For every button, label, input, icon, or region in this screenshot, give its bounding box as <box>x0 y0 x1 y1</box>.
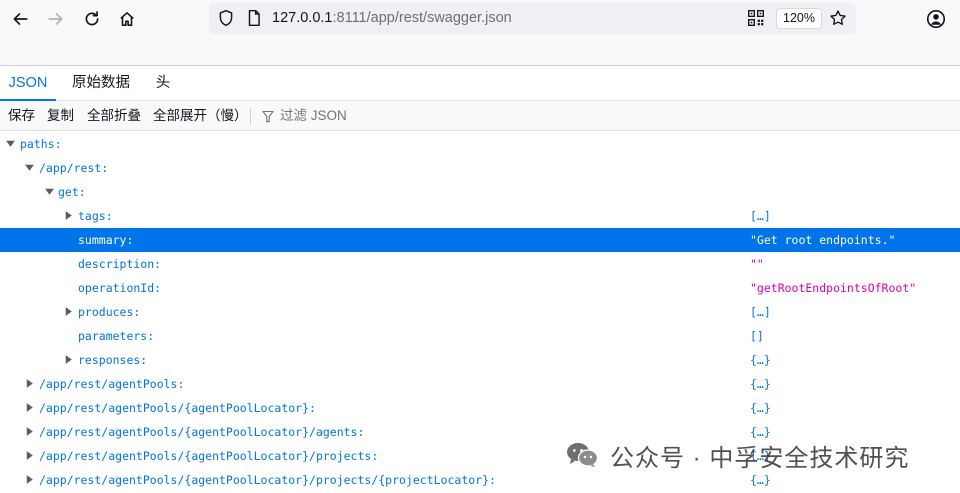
tree-key: paths: <box>20 137 62 151</box>
tree-row[interactable]: operationId: "getRootEndpointsOfRoot" <box>0 276 960 300</box>
forward-button[interactable] <box>41 4 71 34</box>
copy-button[interactable]: 复制 <box>47 101 74 131</box>
tree-key: /app/rest/agentPools/{agentPoolLocator}: <box>39 401 316 415</box>
tree-row[interactable]: /app/rest: <box>0 156 960 180</box>
watermark-text: 公众号 · 中孚安全技术研究 <box>610 444 910 472</box>
tree-row[interactable]: responses: {…} <box>0 348 960 372</box>
tree-key: produces: <box>78 305 141 319</box>
star-icon[interactable] <box>829 9 847 27</box>
url-host: 127.0.0.1 <box>272 10 333 26</box>
address-bar[interactable]: 127.0.0.1:8111/app/rest/swagger.json 120… <box>209 3 856 34</box>
tree-value: {…} <box>750 353 771 367</box>
tab-raw-data[interactable]: 原始数据 <box>60 67 142 101</box>
tree-key: /app/rest/agentPools: <box>39 377 185 391</box>
chevron-down-icon[interactable] <box>44 186 55 197</box>
reload-icon <box>85 11 99 26</box>
chevron-right-icon[interactable] <box>63 354 74 365</box>
tree-key: /app/rest/agentPools/{agentPoolLocator}/… <box>39 473 496 487</box>
tree-value: "" <box>750 257 764 271</box>
toolbar-divider <box>250 108 251 125</box>
tab-headers[interactable]: 头 <box>146 67 180 101</box>
tree-row[interactable]: parameters: [] <box>0 324 960 348</box>
tree-row[interactable]: tags: […] <box>0 204 960 228</box>
chevron-right-icon[interactable] <box>24 378 35 389</box>
tree-row[interactable]: summary: "Get root endpoints." <box>0 228 960 252</box>
chevron-right-icon[interactable] <box>24 450 35 461</box>
home-icon <box>120 12 134 26</box>
tree-value: {…} <box>750 401 771 415</box>
reload-button[interactable] <box>77 4 107 34</box>
chevron-down-icon[interactable] <box>5 138 16 149</box>
save-button[interactable]: 保存 <box>8 101 35 131</box>
tree-value: [] <box>750 329 764 343</box>
account-icon[interactable] <box>926 9 946 29</box>
arrow-right-icon <box>48 13 63 25</box>
tree-value: "getRootEndpointsOfRoot" <box>750 281 917 295</box>
url-text[interactable]: 127.0.0.1:8111/app/rest/swagger.json <box>272 10 512 26</box>
page-icon[interactable] <box>245 9 263 27</box>
browser-toolbar: 127.0.0.1:8111/app/rest/swagger.json 120… <box>0 0 960 37</box>
url-path: :8111/app/rest/swagger.json <box>332 10 512 26</box>
filter-icon <box>262 110 274 123</box>
tree-row[interactable]: paths: <box>0 132 960 156</box>
tree-row[interactable]: /app/rest/agentPools: {…} <box>0 372 960 396</box>
tree-key: operationId: <box>78 281 162 295</box>
tree-row[interactable]: description: "" <box>0 252 960 276</box>
tree-key: /app/rest/agentPools/{agentPoolLocator}/… <box>39 425 365 439</box>
tree-row[interactable]: produces: […] <box>0 300 960 324</box>
home-button[interactable] <box>112 4 142 34</box>
qr-code-icon[interactable] <box>747 9 765 27</box>
watermark: 公众号 · 中孚安全技术研究 <box>566 439 910 472</box>
back-button[interactable] <box>5 4 35 34</box>
chevron-right-icon[interactable] <box>24 402 35 413</box>
chevron-right-icon[interactable] <box>63 210 74 221</box>
expand-all-button[interactable]: 全部展开（慢） <box>153 101 248 131</box>
chevron-right-icon[interactable] <box>63 306 74 317</box>
tab-json[interactable]: JSON <box>0 67 56 101</box>
chevron-right-icon[interactable] <box>24 474 35 485</box>
chevron-down-icon[interactable] <box>24 162 35 173</box>
tree-row[interactable]: /app/rest/agentPools/{agentPoolLocator}:… <box>0 396 960 420</box>
tree-value: […] <box>750 305 771 319</box>
arrow-left-icon <box>13 13 28 25</box>
shield-icon[interactable] <box>217 9 235 27</box>
tree-row[interactable]: get: <box>0 180 960 204</box>
tree-value: "Get root endpoints." <box>750 233 896 247</box>
tree-value: […] <box>750 209 771 223</box>
tree-value: {…} <box>750 377 771 391</box>
filter-json-input[interactable]: 过滤 JSON <box>280 101 347 131</box>
tree-key: /app/rest/agentPools/{agentPoolLocator}/… <box>39 449 379 463</box>
tree-key: parameters: <box>78 329 155 343</box>
tree-key: tags: <box>78 209 113 223</box>
json-viewer-tabs: JSON 原始数据 头 <box>0 67 960 101</box>
chevron-right-icon[interactable] <box>24 426 35 437</box>
zoom-level-button[interactable]: 120% <box>776 8 822 29</box>
tree-key: summary: <box>78 233 134 247</box>
tree-key: /app/rest: <box>39 161 109 175</box>
collapse-all-button[interactable]: 全部折叠 <box>87 101 141 131</box>
bookmarks-strip <box>0 37 960 66</box>
tree-key: responses: <box>78 353 148 367</box>
tree-key: description: <box>78 257 162 271</box>
wechat-icon <box>567 443 598 468</box>
tree-key: get: <box>58 185 86 199</box>
json-action-bar: 保存 复制 全部折叠 全部展开（慢） 过滤 JSON <box>0 101 960 131</box>
